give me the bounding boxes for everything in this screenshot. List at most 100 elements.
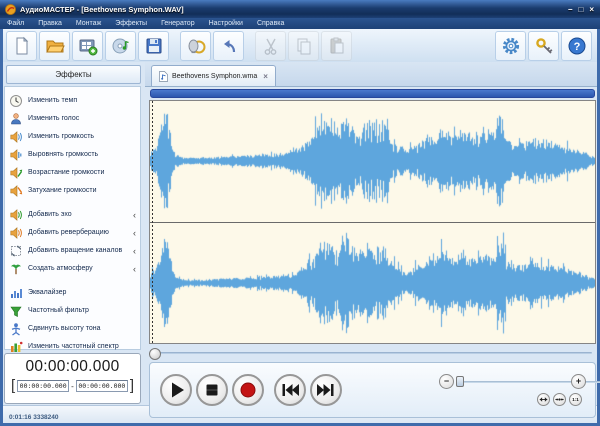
zoom-slider-knob[interactable] [456, 376, 464, 387]
tempo-clock-icon [9, 94, 23, 108]
sidebar-item-volume-fade-in[interactable]: Возрастание громкости [9, 164, 140, 181]
channel-divider [150, 221, 595, 223]
sidebar-item-label: Частотный фильтр [28, 307, 89, 314]
extract-audio-from-video-button[interactable] [72, 31, 103, 61]
expand-left-arrow-icon[interactable]: ‹ [133, 210, 136, 220]
tab-close-icon[interactable]: × [263, 72, 268, 81]
cut-button[interactable] [255, 31, 286, 61]
menu-item-help[interactable]: Справка [250, 18, 291, 29]
sidebar-item-add-echo[interactable]: Добавить эхо‹ [9, 206, 140, 223]
app-logo-icon [5, 4, 16, 15]
sidebar-item-pitch-shift[interactable]: Сдвинуть высоту тона [9, 320, 140, 337]
reverb-icon [9, 226, 23, 240]
rotate-channels-icon [9, 244, 23, 258]
sidebar-item-change-tempo[interactable]: Изменить темп [9, 92, 140, 109]
minimize-button[interactable]: − [568, 5, 573, 14]
settings-button[interactable] [495, 31, 526, 61]
record-dot-icon [233, 375, 263, 405]
title-bar[interactable]: АудиоМАСТЕР - [Beethovens Symphon.WAV] −… [0, 0, 600, 18]
copy-button[interactable] [288, 31, 319, 61]
help-button[interactable]: ? [561, 31, 592, 61]
sidebar-item-normalize-volume[interactable]: Выровнять громкость [9, 146, 140, 163]
play-icon [161, 375, 191, 405]
sidebar-item-label: Добавить вращение каналов [28, 247, 122, 254]
menu-item-effects[interactable]: Эффекты [108, 18, 154, 29]
audio-file-icon [159, 71, 168, 82]
new-file-button[interactable] [6, 31, 37, 61]
fit-selection-button[interactable] [553, 393, 566, 406]
selection-end-field[interactable]: 00:00:00.000 [76, 380, 128, 392]
zoom-out-button[interactable]: − [439, 374, 454, 389]
seek-track[interactable] [153, 352, 592, 354]
waveform-display[interactable] [149, 100, 596, 344]
new-file-icon [12, 36, 32, 56]
effects-list: Изменить темпИзменить голосИзменить гром… [4, 86, 141, 350]
expand-left-arrow-icon[interactable]: ‹ [133, 264, 136, 274]
effects-panel-header[interactable]: Эффекты [6, 65, 141, 84]
record-button[interactable] [232, 374, 264, 406]
tab-beethovens-symphon[interactable]: Beethovens Symphon.wma × [151, 65, 276, 86]
zoom-in-button[interactable]: + [571, 374, 586, 389]
seek-bar[interactable] [149, 346, 596, 360]
fade-out-icon [9, 184, 23, 198]
menu-item-settings[interactable]: Настройки [202, 18, 250, 29]
overview-bar[interactable] [150, 89, 595, 98]
selection-bracket-close: ] [130, 379, 134, 393]
skip-start-icon [275, 375, 305, 405]
svg-text:?: ? [573, 41, 580, 53]
zoom-out-label: − [444, 377, 449, 386]
volume-icon [9, 130, 23, 144]
fit-selection-icon [555, 395, 564, 404]
atmosphere-icon [9, 262, 23, 276]
equalizer-icon [9, 286, 23, 300]
menu-item-file[interactable]: Файл [0, 18, 31, 29]
menu-item-generator[interactable]: Генератор [154, 18, 202, 29]
skip-to-start-button[interactable] [274, 374, 306, 406]
extract-video-icon [78, 36, 98, 56]
toolbar-left-group [6, 31, 352, 61]
fade-in-icon [9, 166, 23, 180]
close-button[interactable]: × [589, 5, 594, 14]
record-icon [186, 36, 206, 56]
key-icon [534, 36, 554, 56]
time-panel: 00:00:00.000 [ 00:00:00.000 - 00:00:00.0… [4, 353, 141, 404]
current-time-display: 00:00:00.000 [5, 358, 140, 376]
open-audio-cd-button[interactable] [105, 31, 136, 61]
expand-left-arrow-icon[interactable]: ‹ [133, 246, 136, 256]
sidebar-item-label: Выровнять громкость [28, 151, 98, 158]
undo-button[interactable] [213, 31, 244, 61]
record-button[interactable] [180, 31, 211, 61]
sidebar-item-create-atmosphere[interactable]: Создать атмосферу ‹ [9, 260, 140, 277]
menu-item-edit[interactable]: Правка [31, 18, 69, 29]
sidebar-item-label: Сдвинуть высоту тона [28, 325, 101, 332]
stop-button[interactable] [196, 374, 228, 406]
sidebar-item-frequency-filter[interactable]: Частотный фильтр [9, 302, 140, 319]
paste-button[interactable] [321, 31, 352, 61]
cd-audio-icon [111, 36, 131, 56]
sidebar-item-change-volume[interactable]: Изменить громкость [9, 128, 140, 145]
sidebar-item-change-voice[interactable]: Изменить голос [9, 110, 140, 127]
maximize-button[interactable]: □ [578, 5, 583, 14]
seek-knob[interactable] [149, 348, 161, 360]
selection-bracket-open: [ [11, 379, 15, 393]
expand-left-arrow-icon[interactable]: ‹ [133, 228, 136, 238]
sidebar-item-add-reverb[interactable]: Добавить реверберацию ‹ [9, 224, 140, 241]
sidebar-item-equalizer[interactable]: Эквалайзер [9, 284, 140, 301]
sidebar-item-volume-fade-out[interactable]: Затухание громкости [9, 182, 140, 199]
sidebar-item-add-channel-rotation[interactable]: Добавить вращение каналов ‹ [9, 242, 140, 259]
window-title: АудиоМАСТЕР - [Beethovens Symphon.WAV] [20, 5, 184, 14]
zoom-in-label: + [576, 377, 581, 386]
zoom-1-1-button[interactable]: 1:1 [569, 393, 582, 406]
open-file-button[interactable] [39, 31, 70, 61]
sidebar-item-label: Добавить реверберацию [28, 229, 109, 236]
play-button[interactable] [160, 374, 192, 406]
menu-item-montage[interactable]: Монтаж [69, 18, 108, 29]
zoom-1-1-label: 1:1 [572, 397, 579, 402]
fit-width-button[interactable] [537, 393, 550, 406]
selection-start-field[interactable]: 00:00:00.000 [17, 380, 69, 392]
skip-to-end-button[interactable] [310, 374, 342, 406]
sidebar-item-label: Создать атмосферу [28, 265, 93, 272]
registration-key-button[interactable] [528, 31, 559, 61]
sidebar-item-label: Возрастание громкости [28, 169, 104, 176]
save-button[interactable] [138, 31, 169, 61]
